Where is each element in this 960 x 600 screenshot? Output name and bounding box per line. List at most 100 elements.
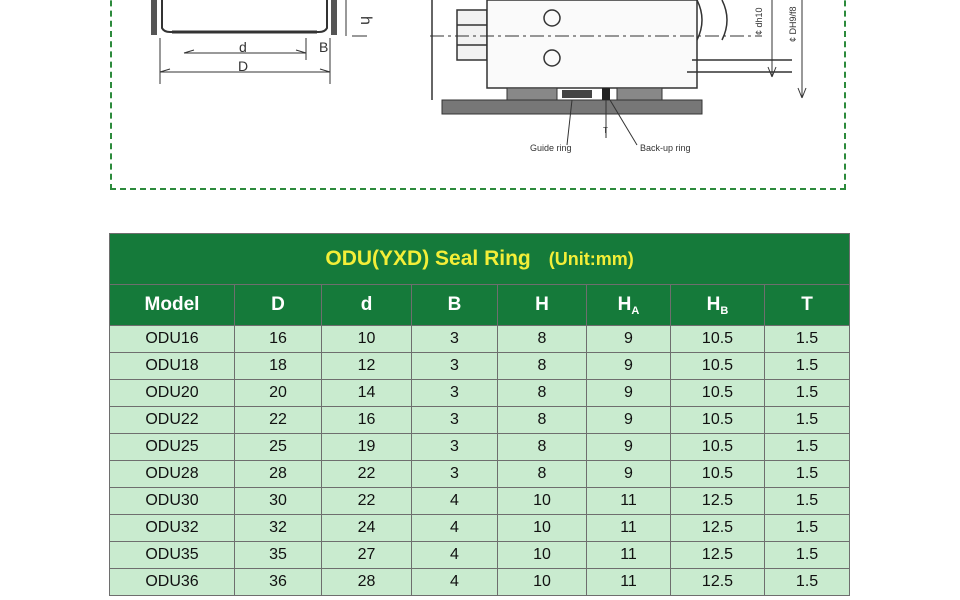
header-HA: HA xyxy=(586,284,671,326)
table-header-row: Model D d B H HA HB T xyxy=(109,284,851,326)
header-HA-main: H xyxy=(617,293,632,315)
cell-T: 1.5 xyxy=(763,568,851,596)
cell-T: 1.5 xyxy=(763,541,851,569)
cell-HB: 10.5 xyxy=(670,433,765,461)
d-dimension-label: d xyxy=(239,39,247,55)
cell-B: 4 xyxy=(411,487,498,515)
header-H: H xyxy=(497,284,587,326)
cell-H: 10 xyxy=(497,514,587,542)
cell-HA: 9 xyxy=(586,460,671,488)
table-row: ODU18 18 12 3 8 9 10.5 1.5 xyxy=(109,352,851,380)
cell-d: 28 xyxy=(321,568,412,596)
cell-H: 10 xyxy=(497,541,587,569)
cell-d: 22 xyxy=(321,460,412,488)
D-dimension-label: D xyxy=(238,58,248,74)
cell-D: 18 xyxy=(234,352,322,380)
T-dimension-label: T xyxy=(603,126,608,135)
cell-HA: 9 xyxy=(586,406,671,434)
cell-HA: 9 xyxy=(586,325,671,353)
h-dimension-label: h xyxy=(357,16,374,25)
table-row: ODU20 20 14 3 8 9 10.5 1.5 xyxy=(109,379,851,407)
cell-d: 27 xyxy=(321,541,412,569)
cell-D: 36 xyxy=(234,568,322,596)
table-row: ODU35 35 27 4 10 11 12.5 1.5 xyxy=(109,541,851,569)
table-row: ODU28 28 22 3 8 9 10.5 1.5 xyxy=(109,460,851,488)
cell-HB: 10.5 xyxy=(670,325,765,353)
cell-model: ODU28 xyxy=(109,460,235,488)
table-row: ODU25 25 19 3 8 9 10.5 1.5 xyxy=(109,433,851,461)
cell-HA: 9 xyxy=(586,352,671,380)
cell-model: ODU18 xyxy=(109,352,235,380)
B-dimension-label: B xyxy=(319,39,328,55)
cell-H: 8 xyxy=(497,433,587,461)
cell-H: 10 xyxy=(497,487,587,515)
table-row: ODU22 22 16 3 8 9 10.5 1.5 xyxy=(109,406,851,434)
cell-model: ODU36 xyxy=(109,568,235,596)
cell-D: 35 xyxy=(234,541,322,569)
backup-ring-label: Back-up ring xyxy=(640,143,691,153)
header-HB-sub: B xyxy=(720,304,729,317)
cell-T: 1.5 xyxy=(763,406,851,434)
cell-H: 8 xyxy=(497,352,587,380)
cell-H: 10 xyxy=(497,568,587,596)
cell-T: 1.5 xyxy=(763,460,851,488)
cell-D: 30 xyxy=(234,487,322,515)
cell-HB: 12.5 xyxy=(670,514,765,542)
cell-B: 3 xyxy=(411,406,498,434)
table-unit: (Unit:mm) xyxy=(548,249,634,269)
cell-B: 3 xyxy=(411,460,498,488)
spec-table: ODU(YXD) Seal Ring (Unit:mm) Model D d B … xyxy=(108,233,851,596)
cell-B: 3 xyxy=(411,433,498,461)
cell-HB: 10.5 xyxy=(670,379,765,407)
guide-ring-label: Guide ring xyxy=(530,143,572,153)
cell-model: ODU32 xyxy=(109,514,235,542)
header-HB-main: H xyxy=(706,293,721,315)
cell-d: 14 xyxy=(321,379,412,407)
cell-HB: 10.5 xyxy=(670,352,765,380)
table-title-row: ODU(YXD) Seal Ring (Unit:mm) xyxy=(108,233,851,285)
technical-drawing: h d B D ¢ dh10 ¢ DH9/f8 T Guide ring Bac… xyxy=(110,0,846,190)
cell-HB: 10.5 xyxy=(670,406,765,434)
table-row: ODU16 16 10 3 8 9 10.5 1.5 xyxy=(109,325,851,353)
DH9f8-label: ¢ DH9/f8 xyxy=(788,6,798,42)
cell-model: ODU20 xyxy=(109,379,235,407)
header-model: Model xyxy=(109,284,235,326)
cell-HA: 11 xyxy=(586,541,671,569)
header-HB: HB xyxy=(670,284,765,326)
cell-T: 1.5 xyxy=(763,379,851,407)
cell-B: 3 xyxy=(411,379,498,407)
table-title: ODU(YXD) Seal Ring (Unit:mm) xyxy=(108,233,851,285)
cell-H: 8 xyxy=(497,325,587,353)
cell-HA: 11 xyxy=(586,568,671,596)
cell-d: 10 xyxy=(321,325,412,353)
cell-B: 4 xyxy=(411,568,498,596)
cell-model: ODU22 xyxy=(109,406,235,434)
cell-H: 8 xyxy=(497,406,587,434)
table-row: ODU36 36 28 4 10 11 12.5 1.5 xyxy=(109,568,851,596)
cell-T: 1.5 xyxy=(763,487,851,515)
header-T: T xyxy=(763,284,851,326)
cell-model: ODU25 xyxy=(109,433,235,461)
cell-d: 24 xyxy=(321,514,412,542)
cell-D: 32 xyxy=(234,514,322,542)
cell-model: ODU16 xyxy=(109,325,235,353)
cell-T: 1.5 xyxy=(763,325,851,353)
cell-B: 3 xyxy=(411,325,498,353)
cell-model: ODU35 xyxy=(109,541,235,569)
cell-model: ODU30 xyxy=(109,487,235,515)
cell-d: 22 xyxy=(321,487,412,515)
cell-D: 25 xyxy=(234,433,322,461)
cell-D: 16 xyxy=(234,325,322,353)
cell-H: 8 xyxy=(497,379,587,407)
cell-T: 1.5 xyxy=(763,352,851,380)
cell-H: 8 xyxy=(497,460,587,488)
cell-d: 19 xyxy=(321,433,412,461)
cell-d: 12 xyxy=(321,352,412,380)
table-row: ODU32 32 24 4 10 11 12.5 1.5 xyxy=(109,514,851,542)
header-HA-sub: A xyxy=(631,304,640,317)
cell-HA: 9 xyxy=(586,433,671,461)
cell-HA: 11 xyxy=(586,514,671,542)
cell-HB: 10.5 xyxy=(670,460,765,488)
cell-B: 4 xyxy=(411,541,498,569)
cell-T: 1.5 xyxy=(763,514,851,542)
